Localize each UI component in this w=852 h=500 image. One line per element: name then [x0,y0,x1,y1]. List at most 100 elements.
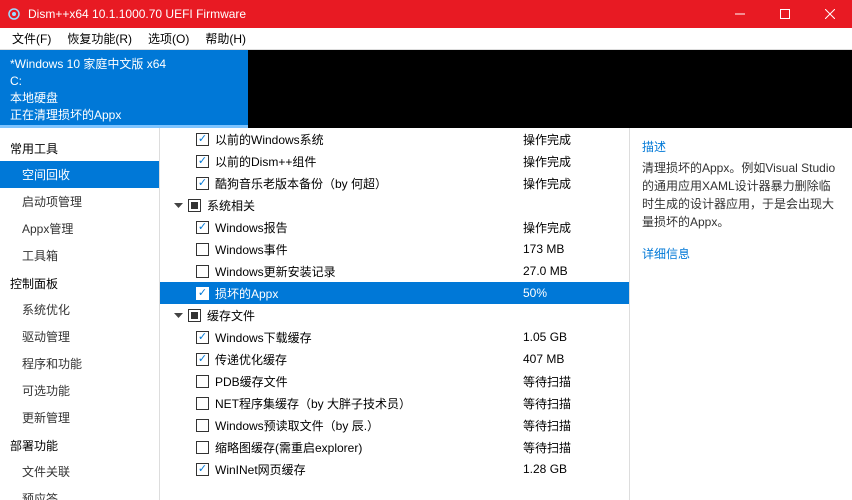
item-label: 以前的Dism++组件 [215,153,519,170]
window-controls [717,0,852,28]
item-status: 等待扫描 [519,439,629,456]
sidebar-item-drivers[interactable]: 驱动管理 [0,323,159,350]
checkbox[interactable] [196,155,209,168]
item-label: 传递优化缓存 [215,351,519,368]
tree-group[interactable]: 系统相关 [160,194,629,216]
window-title: Dism++x64 10.1.1000.70 UEFI Firmware [28,7,717,21]
expand-icon[interactable] [172,199,184,211]
tree-item[interactable]: WinINet网页缓存1.28 GB [160,458,629,480]
details-link[interactable]: 详细信息 [642,245,840,262]
item-status: 等待扫描 [519,373,629,390]
cleanup-tree: 以前的Windows系统操作完成以前的Dism++组件操作完成酷狗音乐老版本备份… [160,128,630,500]
app-icon [6,6,22,22]
tree-item[interactable]: Windows下载缓存1.05 GB [160,326,629,348]
sidebar-item-updates[interactable]: 更新管理 [0,404,159,431]
item-status: 等待扫描 [519,395,629,412]
image-name: *Windows 10 家庭中文版 x64 [10,56,238,73]
item-status: 1.28 GB [519,462,629,476]
item-status: 操作完成 [519,131,629,148]
sidebar-item-programs[interactable]: 程序和功能 [0,350,159,377]
tree-item[interactable]: 酷狗音乐老版本备份（by 何超）操作完成 [160,172,629,194]
image-type: 本地硬盘 [10,90,238,107]
tree-item[interactable]: Windows事件173 MB [160,238,629,260]
description-text: 清理损坏的Appx。例如Visual Studio的通用应用XAML设计器暴力删… [642,159,840,231]
titlebar: Dism++x64 10.1.1000.70 UEFI Firmware [0,0,852,28]
item-status: 27.0 MB [519,264,629,278]
sidebar-item-file-assoc[interactable]: 文件关联 [0,458,159,485]
sidebar-item-optional[interactable]: 可选功能 [0,377,159,404]
image-status: 正在清理损坏的Appx [10,107,238,124]
item-label: NET程序集缓存（by 大胖子技术员） [215,395,519,412]
item-label: 损坏的Appx [215,285,519,302]
sidebar-item-appx[interactable]: Appx管理 [0,215,159,242]
sidebar-item-optimize[interactable]: 系统优化 [0,296,159,323]
item-status: 操作完成 [519,219,629,236]
menubar: 文件(F) 恢复功能(R) 选项(O) 帮助(H) [0,28,852,50]
checkbox[interactable] [196,375,209,388]
sidebar: 常用工具 空间回收 启动项管理 Appx管理 工具箱 控制面板 系统优化 驱动管… [0,128,160,500]
item-status: 操作完成 [519,175,629,192]
expand-icon[interactable] [172,309,184,321]
sidebar-item-space-recovery[interactable]: 空间回收 [0,161,159,188]
checkbox[interactable] [196,221,209,234]
tree-item[interactable]: Windows更新安装记录27.0 MB [160,260,629,282]
maximize-button[interactable] [762,0,807,28]
checkbox[interactable] [196,287,209,300]
tree-item[interactable]: Windows报告操作完成 [160,216,629,238]
minimize-button[interactable] [717,0,762,28]
image-tab[interactable]: *Windows 10 家庭中文版 x64 C: 本地硬盘 正在清理损坏的App… [0,50,248,128]
checkbox[interactable] [196,419,209,432]
item-status: 1.05 GB [519,330,629,344]
checkbox[interactable] [196,463,209,476]
sidebar-group-deploy: 部署功能 [0,431,159,458]
tree-item[interactable]: Windows预读取文件（by 辰.）等待扫描 [160,414,629,436]
sidebar-item-startup[interactable]: 启动项管理 [0,188,159,215]
item-status: 173 MB [519,242,629,256]
item-label: 酷狗音乐老版本备份（by 何超） [215,175,519,192]
checkbox[interactable] [196,397,209,410]
checkbox[interactable] [196,265,209,278]
item-label: 以前的Windows系统 [215,131,519,148]
tree-item[interactable]: NET程序集缓存（by 大胖子技术员）等待扫描 [160,392,629,414]
item-label: PDB缓存文件 [215,373,519,390]
item-status: 操作完成 [519,153,629,170]
checkbox[interactable] [188,309,201,322]
sidebar-group-control-panel: 控制面板 [0,269,159,296]
sidebar-item-unattend[interactable]: 预应答 [0,485,159,500]
image-drive: C: [10,73,238,90]
checkbox[interactable] [196,441,209,454]
checkbox[interactable] [196,133,209,146]
item-label: Windows下载缓存 [215,329,519,346]
menu-recovery[interactable]: 恢复功能(R) [59,28,140,49]
progress-bar [0,125,248,128]
menu-options[interactable]: 选项(O) [140,28,197,49]
close-button[interactable] [807,0,852,28]
tree-group[interactable]: 缓存文件 [160,304,629,326]
sidebar-group-common: 常用工具 [0,134,159,161]
checkbox[interactable] [196,331,209,344]
tree-item[interactable]: 传递优化缓存407 MB [160,348,629,370]
description-title: 描述 [642,138,840,155]
tree-item[interactable]: PDB缓存文件等待扫描 [160,370,629,392]
item-status: 等待扫描 [519,417,629,434]
item-status: 50% [519,286,629,300]
menu-help[interactable]: 帮助(H) [197,28,254,49]
description-panel: 描述 清理损坏的Appx。例如Visual Studio的通用应用XAML设计器… [630,128,852,500]
tree-item[interactable]: 以前的Windows系统操作完成 [160,128,629,150]
tree-item[interactable]: 损坏的Appx50% [160,282,629,304]
sidebar-item-toolbox[interactable]: 工具箱 [0,242,159,269]
checkbox[interactable] [196,353,209,366]
item-label: 缓存文件 [207,307,519,324]
tree-item[interactable]: 缩略图缓存(需重启explorer)等待扫描 [160,436,629,458]
main-area: 常用工具 空间回收 启动项管理 Appx管理 工具箱 控制面板 系统优化 驱动管… [0,128,852,500]
tree-item[interactable]: 以前的Dism++组件操作完成 [160,150,629,172]
menu-file[interactable]: 文件(F) [4,28,59,49]
content-area: 以前的Windows系统操作完成以前的Dism++组件操作完成酷狗音乐老版本备份… [160,128,852,500]
checkbox[interactable] [188,199,201,212]
item-label: Windows事件 [215,241,519,258]
checkbox[interactable] [196,177,209,190]
checkbox[interactable] [196,243,209,256]
image-info-panel: *Windows 10 家庭中文版 x64 C: 本地硬盘 正在清理损坏的App… [0,50,852,128]
item-label: Windows预读取文件（by 辰.） [215,417,519,434]
item-status: 407 MB [519,352,629,366]
